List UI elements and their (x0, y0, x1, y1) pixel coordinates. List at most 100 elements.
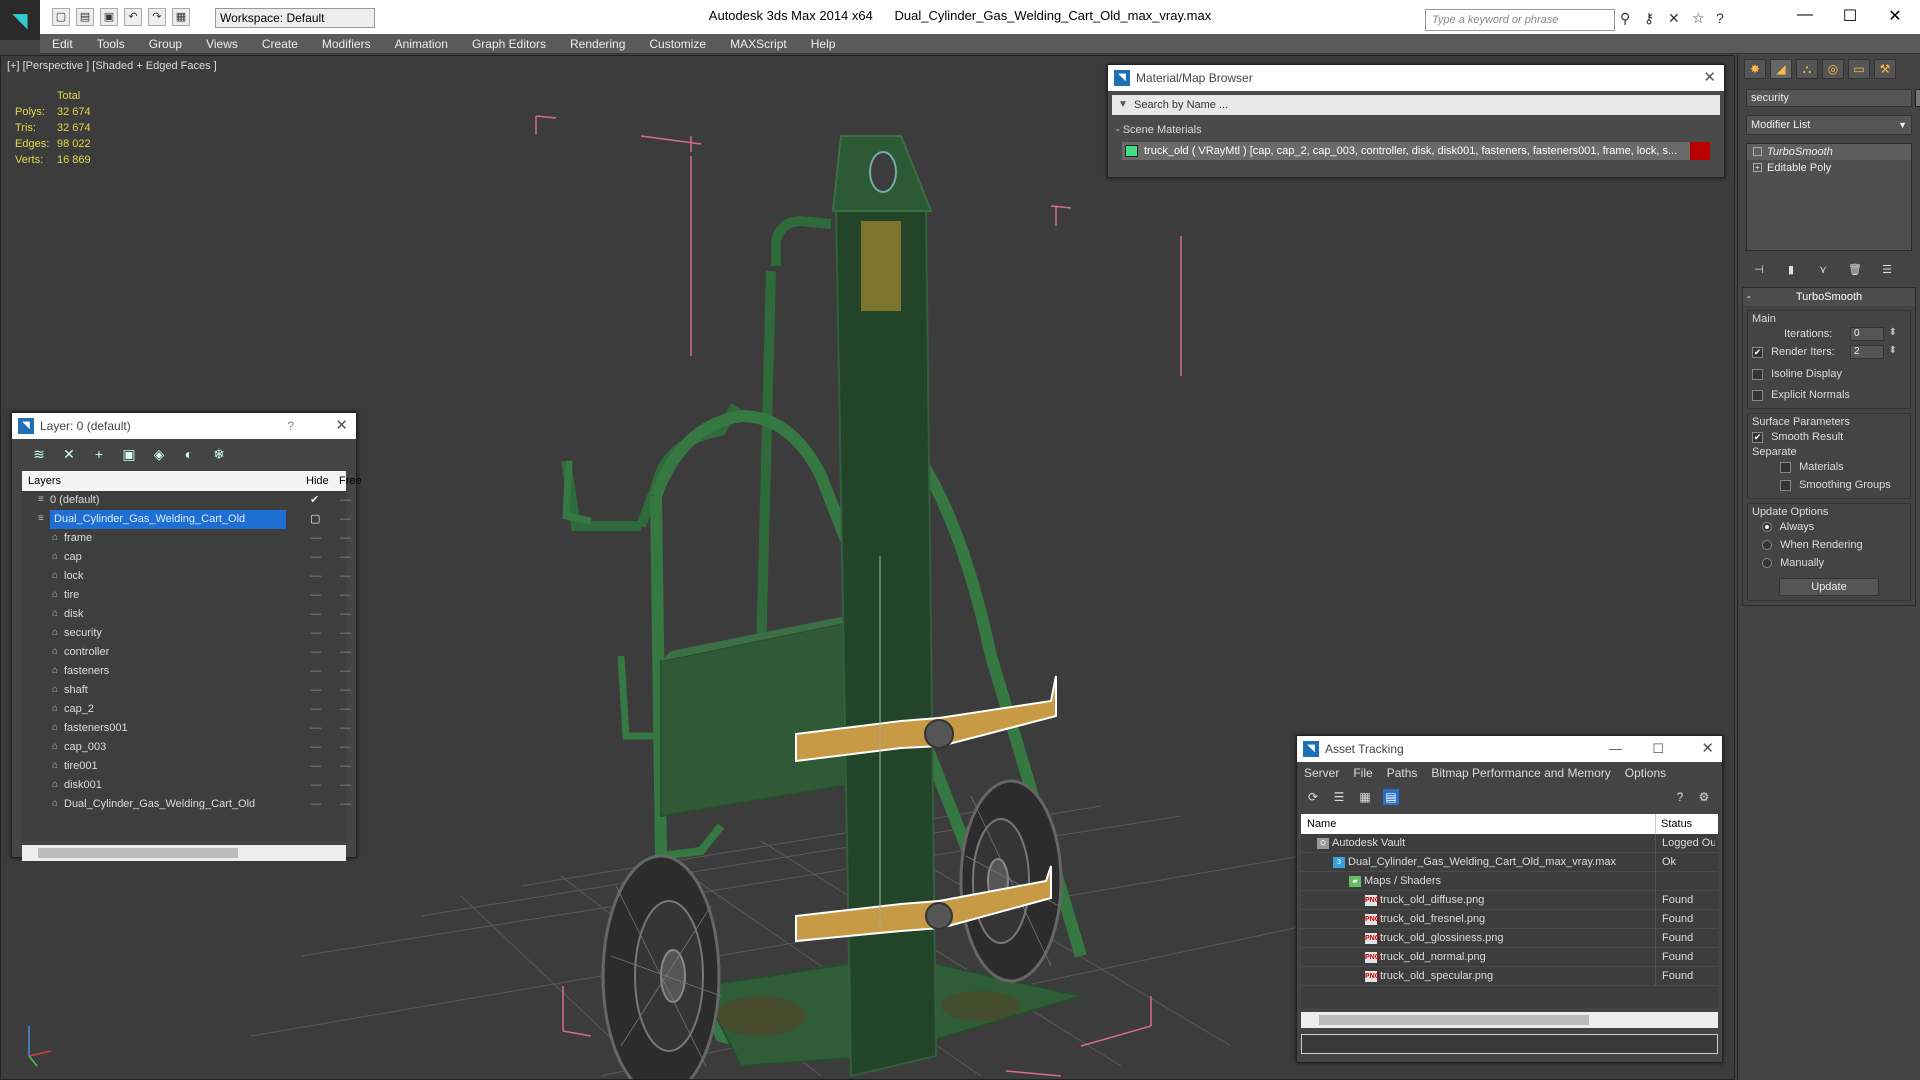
scrollbar-thumb[interactable] (1319, 1015, 1589, 1025)
layer-window-titlebar[interactable]: ◥ Layer: 0 (default) ? ✕ (12, 413, 356, 439)
refresh-icon[interactable]: ⟳ (1305, 789, 1321, 805)
close-icon[interactable]: ✕ (1703, 65, 1716, 91)
create-tab-icon[interactable]: ✸ (1744, 59, 1766, 79)
freeze-toggle-icon[interactable]: — (340, 738, 351, 757)
object-row[interactable]: ⌂ Dual_Cylinder_Gas_Welding_Cart_Old — — (22, 795, 351, 814)
menu-views[interactable]: Views (194, 34, 250, 53)
binoculars-icon[interactable]: ⚲ (1620, 10, 1636, 26)
freeze-toggle-icon[interactable]: — (340, 491, 351, 510)
menu-graph-editors[interactable]: Graph Editors (460, 34, 558, 53)
hide-toggle-icon[interactable]: — (310, 776, 321, 795)
help-icon[interactable]: ? (1672, 789, 1688, 805)
hide-toggle-icon[interactable]: — (310, 700, 321, 719)
menu-help[interactable]: Help (799, 34, 848, 53)
object-row[interactable]: ⌂ cap — — (22, 548, 351, 567)
menu-group[interactable]: Group (137, 34, 194, 53)
asset-path-field[interactable] (1301, 1034, 1718, 1054)
freeze-all-icon[interactable]: ❄ (210, 446, 228, 463)
make-unique-icon[interactable]: ⋎ (1816, 263, 1830, 277)
display-tab-icon[interactable]: ▭ (1848, 59, 1870, 79)
close-button[interactable]: ✕ (1875, 6, 1915, 26)
isoline-checkbox[interactable] (1752, 368, 1763, 380)
menu-edit[interactable]: Edit (40, 34, 85, 53)
add-icon[interactable]: + (90, 446, 108, 462)
scrollbar-thumb[interactable] (38, 848, 238, 858)
search-input[interactable]: Type a keyword or phrase (1425, 9, 1615, 31)
layer-explorer-window[interactable]: ◥ Layer: 0 (default) ? ✕ ≋ ✕ + ▣ ◈ ◐ ❄ L… (11, 412, 362, 861)
viewport-label[interactable]: [+] [Perspective ] [Shaded + Edged Faces… (7, 60, 217, 72)
help-icon[interactable]: ? (287, 413, 294, 439)
object-row[interactable]: ⌂ fasteners — — (22, 662, 351, 681)
hierarchy-tab-icon[interactable]: ⛬ (1796, 59, 1818, 79)
freeze-toggle-icon[interactable]: — (340, 586, 351, 605)
stack-item[interactable]: + Editable Poly (1747, 160, 1911, 176)
material-item[interactable]: truck_old ( VRayMtl ) [cap, cap_2, cap_0… (1122, 142, 1710, 160)
asset-menu-options[interactable]: Options (1618, 762, 1673, 784)
freeze-toggle-icon[interactable]: — (340, 643, 351, 662)
object-row[interactable]: ⌂ disk001 — — (22, 776, 351, 795)
hide-toggle-icon[interactable]: — (310, 529, 321, 548)
separate-smoothing-checkbox[interactable] (1780, 479, 1791, 491)
current-layer-check-icon[interactable]: ✔ (310, 491, 319, 510)
modify-tab-icon[interactable]: ◢ (1770, 59, 1792, 79)
maximize-icon[interactable]: ☐ (1652, 736, 1664, 762)
hide-toggle-icon[interactable]: — (310, 605, 321, 624)
show-end-result-icon[interactable]: ▮ (1784, 263, 1798, 277)
freeze-toggle-icon[interactable]: — (340, 662, 351, 681)
object-row[interactable]: ⌂ lock — — (22, 567, 351, 586)
asset-row[interactable]: ⛭ Autodesk Vault Logged Ou (1301, 834, 1718, 853)
explicit-normals-checkbox[interactable] (1752, 389, 1763, 401)
object-row[interactable]: ⌂ cap_003 — — (22, 738, 351, 757)
modifier-bulb-icon[interactable] (1753, 147, 1762, 156)
status-column[interactable]: Status (1655, 814, 1692, 834)
asset-menu-bitmap-performance-and-memory[interactable]: Bitmap Performance and Memory (1424, 762, 1617, 784)
asset-row[interactable]: PNGtruck_old_normal.png Found (1301, 948, 1718, 967)
asset-row[interactable]: 3 Dual_Cylinder_Gas_Welding_Cart_Old_max_… (1301, 853, 1718, 872)
object-row[interactable]: ⌂ security — — (22, 624, 351, 643)
thumbnail-view-icon[interactable]: ▦ (1357, 789, 1373, 805)
freeze-toggle-icon[interactable]: — (340, 605, 351, 624)
asset-row[interactable]: PNGtruck_old_specular.png Found (1301, 967, 1718, 986)
close-icon[interactable]: ✕ (335, 413, 348, 439)
highlight-icon[interactable]: ◈ (150, 446, 168, 463)
object-row[interactable]: ⌂ controller — — (22, 643, 351, 662)
layers-icon[interactable]: ≋ (30, 446, 48, 463)
asset-tracking-window[interactable]: ◥ Asset Tracking — ☐ ✕ Server File Paths Bi… (1296, 735, 1723, 1063)
layer-row[interactable]: ≡ 0 (default) ✔ — (22, 491, 351, 510)
object-row[interactable]: ⌂ disk — — (22, 605, 351, 624)
freeze-toggle-icon[interactable]: — (340, 681, 351, 700)
modifier-list-dropdown[interactable]: Modifier List ▼ (1746, 115, 1912, 135)
freeze-toggle-icon[interactable]: — (340, 567, 351, 586)
render-iters-checkbox[interactable]: ✔ (1752, 346, 1763, 358)
update-rendering-radio[interactable] (1762, 540, 1772, 551)
table-view-icon[interactable]: ▤ (1383, 789, 1399, 805)
freeze-toggle-icon[interactable]: — (340, 795, 351, 814)
maximize-button[interactable]: ☐ (1830, 6, 1870, 26)
minimize-icon[interactable]: — (1609, 736, 1622, 762)
smooth-result-checkbox[interactable]: ✔ (1752, 431, 1763, 443)
hide-toggle-icon[interactable]: — (310, 643, 321, 662)
asset-menu-paths[interactable]: Paths (1380, 762, 1425, 784)
asset-menu-server[interactable]: Server (1297, 762, 1346, 784)
freeze-toggle-icon[interactable]: — (340, 776, 351, 795)
hide-toggle-icon[interactable]: — (310, 567, 321, 586)
object-name-field[interactable]: security (1746, 89, 1920, 107)
object-row[interactable]: ⌂ frame — — (22, 529, 351, 548)
hide-column[interactable]: Hide (306, 471, 329, 491)
hide-toggle-icon[interactable]: — (310, 738, 321, 757)
asset-row[interactable]: PNGtruck_old_glossiness.png Found (1301, 929, 1718, 948)
freeze-toggle-icon[interactable]: — (340, 624, 351, 643)
close-icon[interactable]: ✕ (1701, 736, 1714, 762)
help-icon[interactable]: ? (1716, 10, 1732, 26)
delete-icon[interactable]: ✕ (60, 446, 78, 463)
menu-modifiers[interactable]: Modifiers (310, 34, 383, 53)
name-column[interactable]: Name (1307, 814, 1336, 834)
update-button[interactable]: Update (1779, 578, 1879, 596)
material-search-input[interactable]: ▼ Search by Name ... (1112, 95, 1720, 115)
rollout-header[interactable]: - TurboSmooth (1743, 288, 1915, 306)
freeze-toggle-icon[interactable]: — (340, 510, 351, 529)
hide-toggle-icon[interactable]: — (310, 757, 321, 776)
asset-row[interactable]: ▰ Maps / Shaders (1301, 872, 1718, 891)
exchange-icon[interactable]: ✕ (1668, 10, 1684, 26)
hide-toggle-icon[interactable]: — (310, 662, 321, 681)
